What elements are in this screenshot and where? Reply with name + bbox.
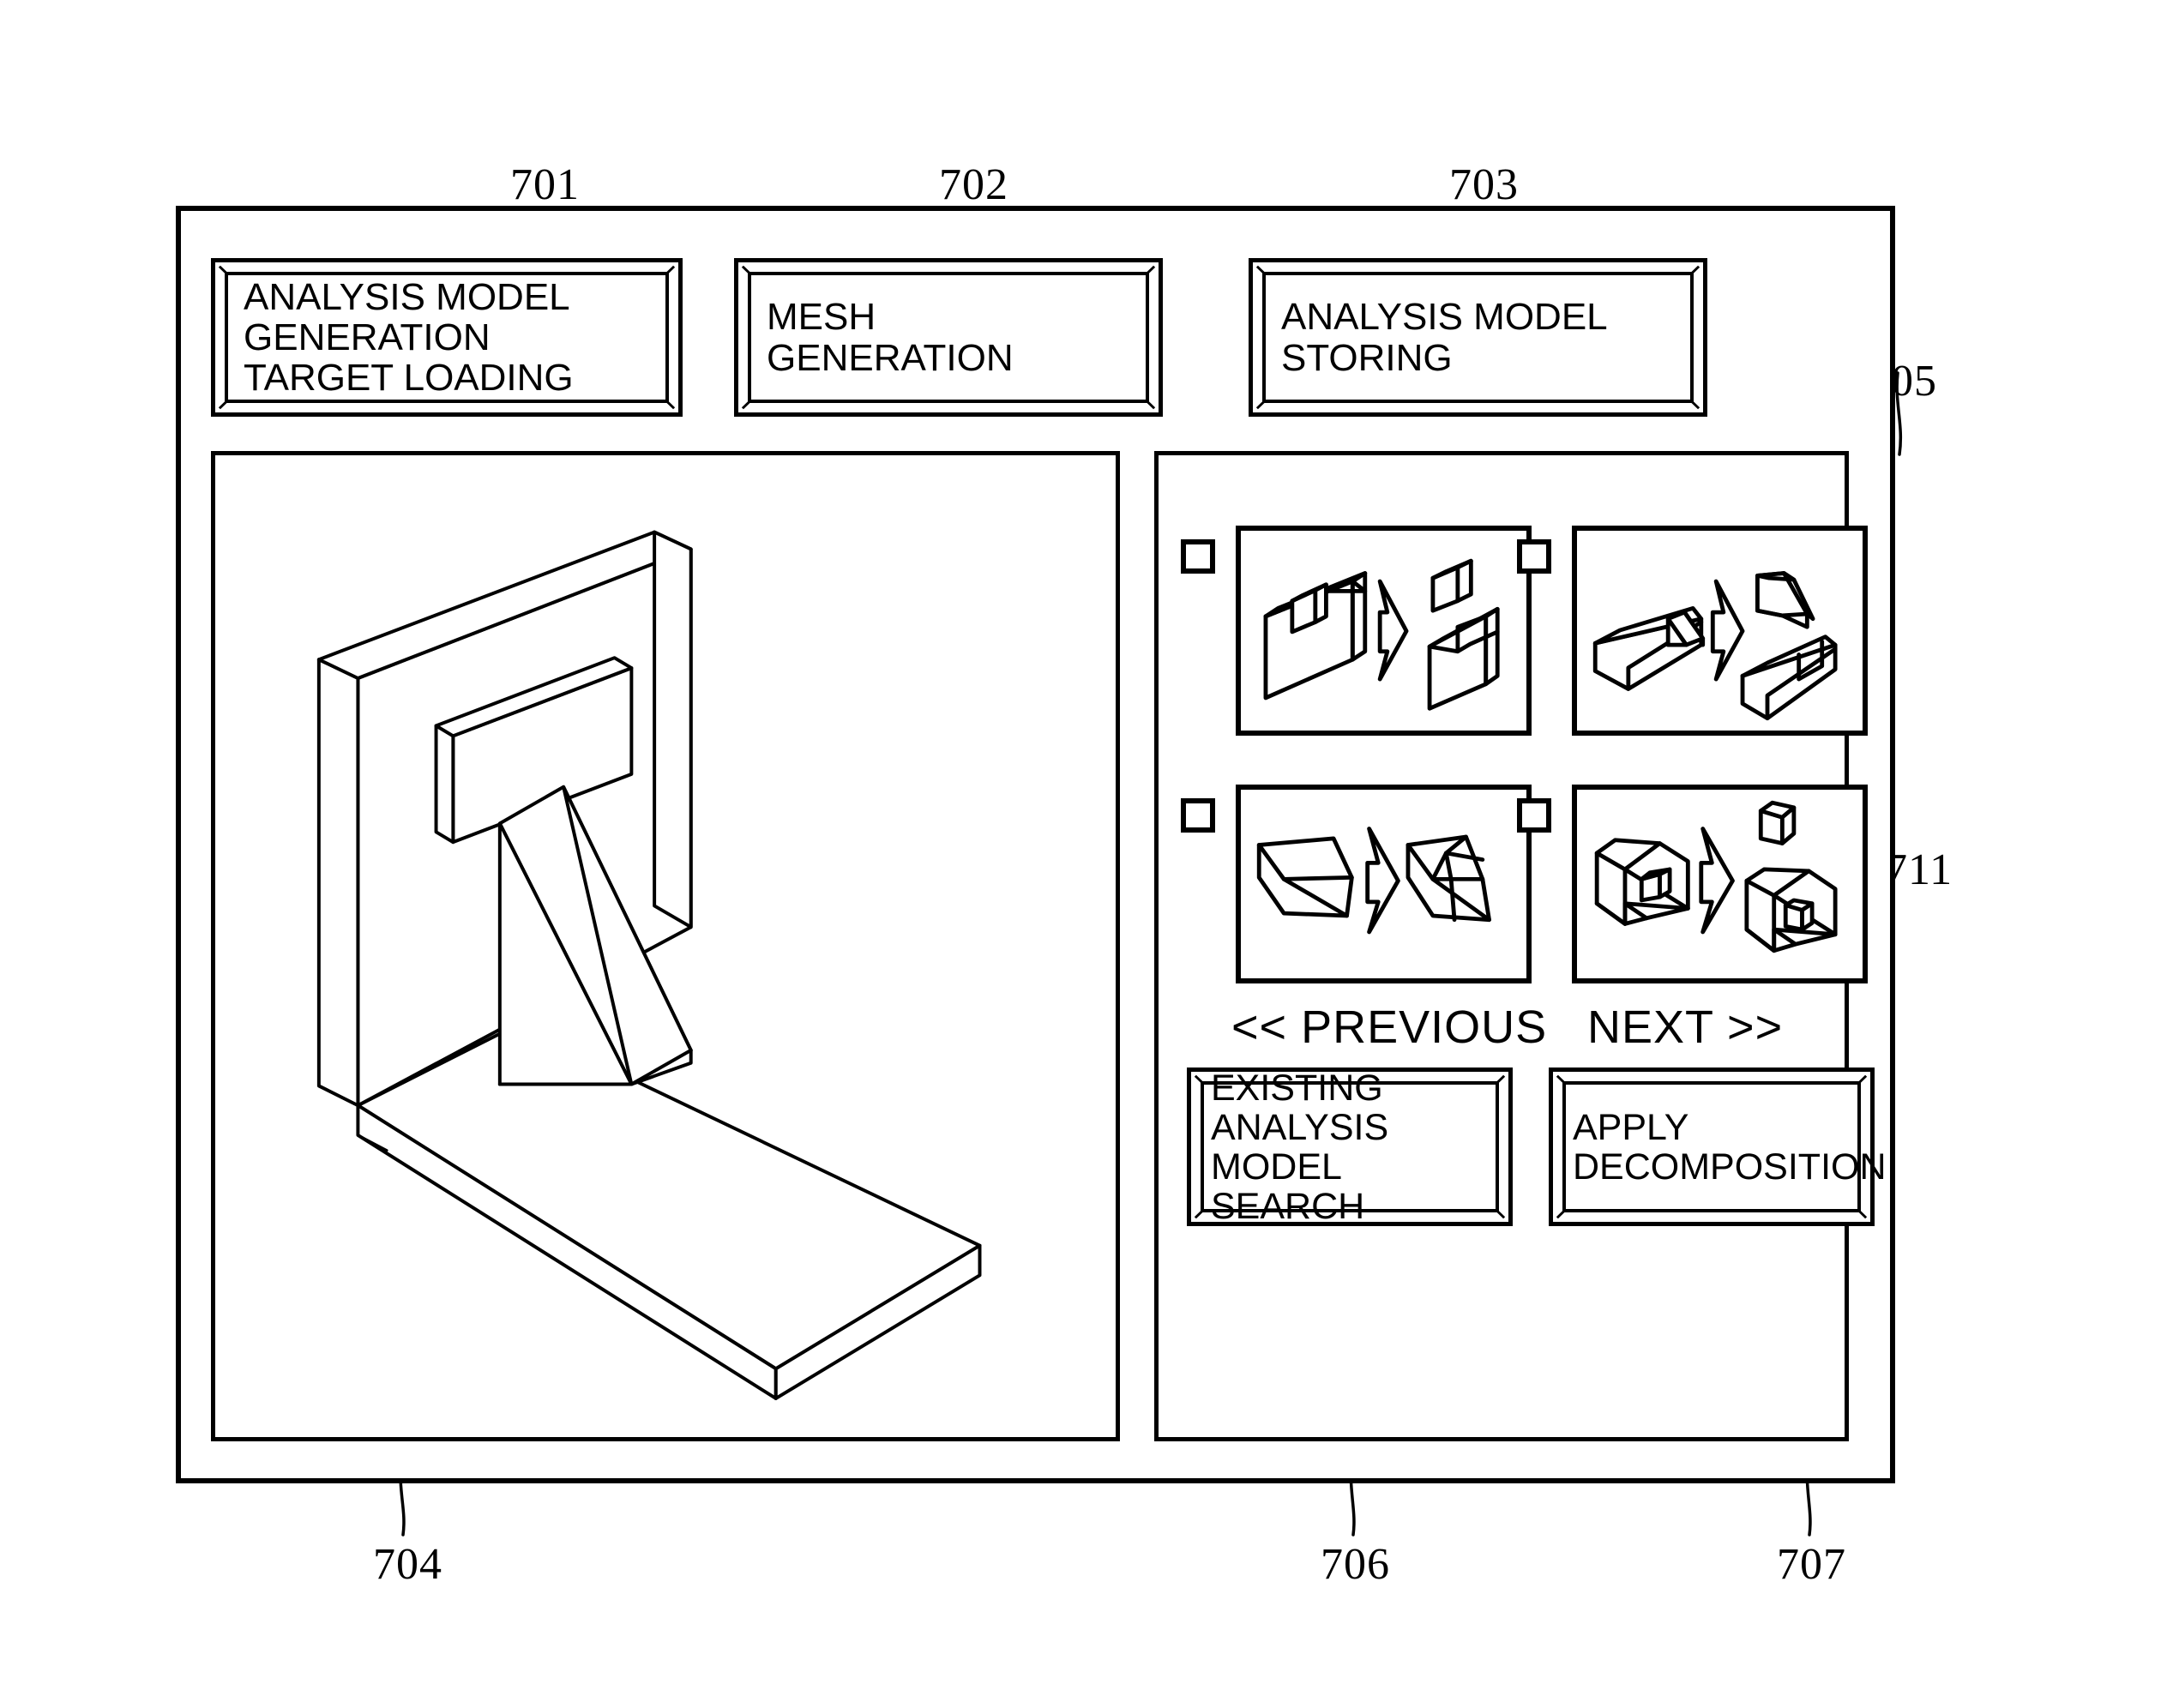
button-inner: APPLY DECOMPOSITION xyxy=(1562,1081,1887,1212)
thumbnail-710[interactable] xyxy=(1236,785,1532,983)
application-window: ANALYSIS MODEL GENERATION TARGET LOADING… xyxy=(176,206,1895,1483)
button-inner: ANALYSIS MODEL STORING xyxy=(1262,272,1694,403)
thumbnail-711-checkbox[interactable] xyxy=(1517,798,1551,833)
patent-figure: 701 702 703 705 708 709 710 711 601 704 … xyxy=(0,0,2179,1708)
thumbnail-711[interactable] xyxy=(1572,785,1868,983)
decomposition-preview-709-icon xyxy=(1592,571,1838,721)
decomposition-preview-711-icon xyxy=(1594,800,1838,953)
button-label: ANALYSIS MODEL GENERATION TARGET LOADING xyxy=(244,275,574,400)
button-label: APPLY DECOMPOSITION xyxy=(1573,1106,1887,1188)
analysis-model-generation-target-loading-button[interactable]: ANALYSIS MODEL GENERATION TARGET LOADING xyxy=(211,258,683,417)
decomposition-preview-710-icon xyxy=(1256,827,1491,935)
button-inner: ANALYSIS MODEL GENERATION TARGET LOADING xyxy=(225,272,669,403)
next-page-link[interactable]: NEXT >> xyxy=(1587,1001,1783,1054)
button-inner: MESH GENERATION xyxy=(748,272,1149,403)
button-label: MESH GENERATION xyxy=(767,296,1014,379)
analysis-model-storing-button[interactable]: ANALYSIS MODEL STORING xyxy=(1249,258,1707,417)
decomposition-candidate-panel: << PREVIOUS NEXT >> EXISTING ANALYSIS MO… xyxy=(1154,451,1887,1441)
button-label: EXISTING ANALYSIS MODEL SEARCH xyxy=(1211,1067,1389,1227)
thumbnail-708[interactable] xyxy=(1236,526,1532,736)
existing-analysis-model-search-button[interactable]: EXISTING ANALYSIS MODEL SEARCH xyxy=(1187,1068,1513,1226)
thumbnail-710-checkbox[interactable] xyxy=(1181,798,1215,833)
model-viewport[interactable] xyxy=(211,451,1120,1441)
thumbnail-708-checkbox[interactable] xyxy=(1181,539,1215,574)
model-viewport-3d-model xyxy=(316,530,982,1400)
button-inner: EXISTING ANALYSIS MODEL SEARCH xyxy=(1201,1068,1499,1226)
thumbnail-709-checkbox[interactable] xyxy=(1517,539,1551,574)
decomposition-preview-708-icon xyxy=(1263,558,1500,711)
mesh-generation-button[interactable]: MESH GENERATION xyxy=(734,258,1163,417)
button-label: ANALYSIS MODEL STORING xyxy=(1281,296,1608,379)
apply-decomposition-button[interactable]: APPLY DECOMPOSITION xyxy=(1549,1068,1887,1226)
thumbnail-709[interactable] xyxy=(1572,526,1868,736)
previous-page-link[interactable]: << PREVIOUS xyxy=(1231,1001,1547,1054)
